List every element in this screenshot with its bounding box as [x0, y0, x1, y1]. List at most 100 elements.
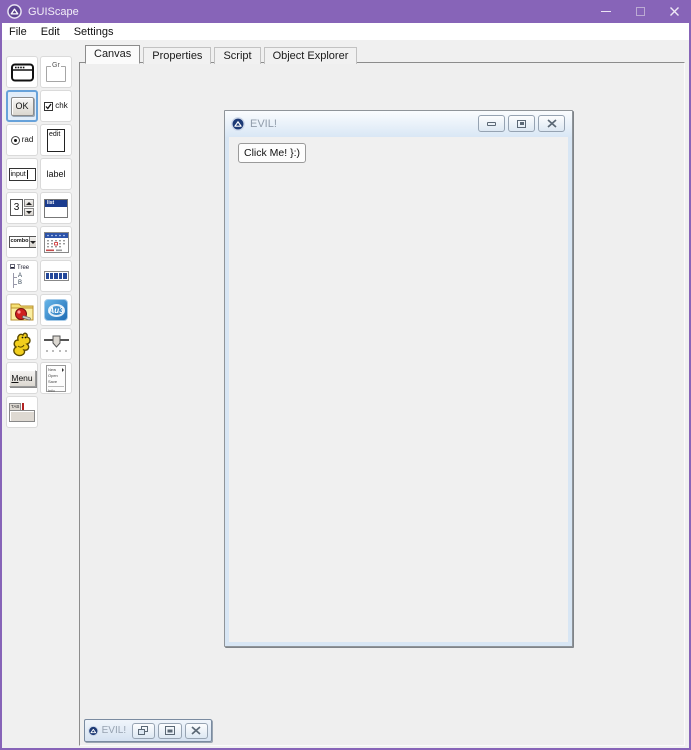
- checkbox-icon: [44, 102, 53, 111]
- child-maximize-button[interactable]: [508, 115, 535, 132]
- radio-icon: [11, 136, 20, 145]
- spin-down-icon: [24, 208, 34, 216]
- window-controls: [589, 0, 691, 23]
- close-button-strip[interactable]: [185, 723, 208, 739]
- minimized-window-evil[interactable]: EVIL!: [84, 719, 212, 742]
- app-window: GUIScape File Edit Settings Canvas Prope…: [0, 0, 691, 750]
- maximize-icon[interactable]: [623, 0, 657, 23]
- tab-properties[interactable]: Properties: [143, 47, 211, 64]
- combo-dropdown-icon: [29, 237, 36, 247]
- au3-file-icon: Au3: [44, 299, 68, 321]
- restore-button[interactable]: [132, 723, 155, 739]
- restore-glyph: [138, 726, 149, 736]
- tool-au3[interactable]: Au3: [40, 294, 72, 326]
- click-me-button[interactable]: Click Me! }:): [238, 143, 306, 163]
- tree-label: Tree: [17, 265, 29, 271]
- slider-icon: [43, 334, 70, 354]
- menu-label-rest: enu: [18, 373, 32, 383]
- calendar-icon: [44, 232, 69, 253]
- tool-tree[interactable]: Tree A B: [6, 260, 38, 292]
- tool-progress[interactable]: [40, 260, 72, 292]
- child-minimize-button[interactable]: [478, 115, 505, 132]
- list-header-label: list: [45, 200, 67, 207]
- groupbox-icon: Gr: [46, 66, 66, 82]
- folder-icon: [9, 299, 35, 322]
- tool-contextmenu[interactable]: New Open Save Info: [40, 362, 72, 394]
- tool-tab[interactable]: TAB: [6, 396, 38, 428]
- child-window-titlebar[interactable]: EVIL!: [225, 111, 572, 137]
- ok-button-icon: OK: [11, 97, 34, 116]
- tab-script[interactable]: Script: [214, 47, 260, 64]
- minimize-glyph: [487, 122, 496, 126]
- input-label: input: [11, 171, 26, 178]
- tool-combo[interactable]: combo: [6, 226, 38, 258]
- tool-menu[interactable]: Menu: [6, 362, 38, 394]
- edit-label: edit: [49, 131, 60, 138]
- tab-bar: Canvas Properties Script Object Explorer: [85, 45, 360, 64]
- ctx-item-info: Info: [48, 388, 55, 394]
- combo-icon: combo: [9, 236, 36, 248]
- tree-node-a: A: [13, 273, 29, 281]
- app-title: GUIScape: [28, 6, 79, 18]
- contextmenu-icon: New Open Save Info: [46, 365, 66, 392]
- tab-canvas[interactable]: Canvas: [85, 45, 140, 64]
- minimize-glyph: [601, 11, 611, 12]
- minimized-window-title: EVIL!: [102, 725, 126, 736]
- app-icon: [7, 4, 22, 19]
- au3-label: Au3: [48, 306, 63, 315]
- caret-glyph: [27, 170, 28, 179]
- tool-window[interactable]: [6, 56, 38, 88]
- close-glyph: [191, 726, 201, 735]
- widget-palette: Gr OK chk rad: [6, 56, 72, 428]
- input-icon: input: [9, 168, 36, 181]
- combo-label: combo: [10, 239, 29, 245]
- maximize-button-strip[interactable]: [158, 723, 181, 739]
- child-window-evil[interactable]: EVIL! Click Me! }:): [224, 110, 573, 647]
- progress-icon: [44, 271, 69, 281]
- edit-icon: edit: [47, 129, 65, 152]
- minimized-window-icon: [88, 725, 99, 737]
- tool-label[interactable]: label: [40, 158, 72, 190]
- tab-object-explorer[interactable]: Object Explorer: [264, 47, 358, 64]
- menu-file[interactable]: File: [2, 25, 34, 39]
- close-glyph: [547, 119, 557, 128]
- tree-expand-icon: [10, 264, 15, 269]
- tool-updown[interactable]: 3: [6, 192, 38, 224]
- minimize-icon[interactable]: [589, 0, 623, 23]
- titlebar: GUIScape: [0, 0, 691, 23]
- spin-up-icon: [24, 199, 34, 207]
- tool-radio[interactable]: rad: [6, 124, 38, 156]
- child-window-title: EVIL!: [250, 118, 277, 130]
- creature-icon: [10, 331, 34, 357]
- tool-checkbox[interactable]: chk: [40, 90, 72, 122]
- submenu-arrow-icon: [62, 368, 64, 372]
- tab-control-label: TAB: [9, 403, 21, 410]
- checkbox-label: chk: [55, 102, 67, 110]
- groupbox-label: Gr: [51, 62, 61, 69]
- tool-date[interactable]: [40, 226, 72, 258]
- updown-icon: 3: [10, 199, 34, 217]
- tree-icon: Tree A B: [10, 264, 29, 288]
- close-icon[interactable]: [657, 0, 691, 23]
- tool-edit[interactable]: edit: [40, 124, 72, 156]
- tool-slider[interactable]: [40, 328, 72, 360]
- child-window-body[interactable]: Click Me! }:): [229, 137, 568, 642]
- tool-input[interactable]: input: [6, 158, 38, 190]
- tool-list[interactable]: list: [40, 192, 72, 224]
- menu-edit[interactable]: Edit: [34, 25, 67, 39]
- child-window-controls: [478, 115, 565, 132]
- menu-settings[interactable]: Settings: [67, 25, 121, 39]
- window-icon: [10, 62, 35, 83]
- maximize-glyph: [636, 7, 645, 16]
- menu-label-first: M: [11, 373, 18, 383]
- tab-control-body: [9, 410, 35, 422]
- tool-icon-picker[interactable]: [6, 294, 38, 326]
- maximize-glyph: [165, 726, 175, 735]
- ctx-separator: [48, 386, 64, 387]
- tool-picture[interactable]: [6, 328, 38, 360]
- child-close-button[interactable]: [538, 115, 565, 132]
- tool-groupbox[interactable]: Gr: [40, 56, 72, 88]
- tool-button-selected[interactable]: OK: [6, 90, 38, 122]
- close-glyph: [669, 6, 680, 17]
- label-label: label: [46, 169, 65, 179]
